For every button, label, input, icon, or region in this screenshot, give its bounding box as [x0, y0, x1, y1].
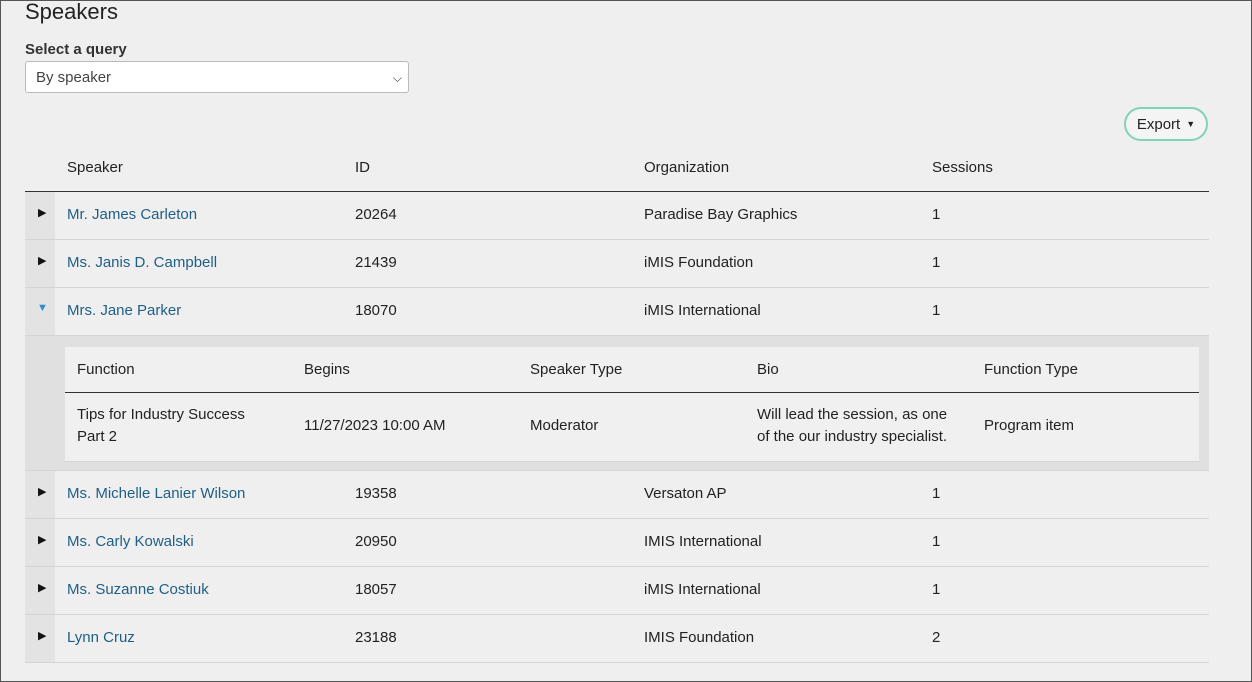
detail-table: Function Begins Speaker Type Bio Functio…: [65, 347, 1199, 462]
speaker-id: 19358: [355, 485, 397, 502]
table-row: ▶ Ms. Michelle Lanier Wilson 19358 Versa…: [25, 471, 1209, 519]
chevron-down-icon: ⌵: [392, 71, 402, 85]
speaker-link[interactable]: Ms. Suzanne Costiuk: [67, 581, 209, 598]
speaker-org: IMIS International: [644, 533, 762, 550]
triangle-right-icon: ▶: [38, 255, 47, 267]
row-expand-toggle[interactable]: ▶: [25, 519, 55, 566]
table-row: ▼ Mrs. Jane Parker 18070 iMIS Internatio…: [25, 288, 1209, 336]
speaker-id: 23188: [355, 629, 397, 646]
speaker-link[interactable]: Mrs. Jane Parker: [67, 302, 181, 319]
speaker-link[interactable]: Ms. Carly Kowalski: [67, 533, 194, 550]
export-button[interactable]: Export ▼: [1124, 107, 1208, 141]
speaker-link[interactable]: Mr. James Carleton: [67, 206, 197, 223]
speaker-sessions: 1: [932, 206, 941, 223]
row-expand-toggle[interactable]: ▶: [25, 615, 55, 662]
speaker-link[interactable]: Ms. Michelle Lanier Wilson: [67, 485, 245, 502]
detail-row: Tips for Industry Success Part 2 11/27/20…: [65, 393, 1199, 462]
table-row: ▶ Ms. Suzanne Costiuk 18057 iMIS Interna…: [25, 567, 1209, 615]
speaker-sessions: 1: [932, 533, 941, 550]
header-speaker[interactable]: Speaker: [67, 159, 123, 176]
speaker-org: iMIS International: [644, 302, 761, 319]
row-expand-toggle[interactable]: ▶: [25, 192, 55, 239]
table-row: ▶ Mr. James Carleton 20264 Paradise Bay …: [25, 192, 1209, 240]
row-expand-toggle[interactable]: ▶: [25, 471, 55, 518]
row-collapse-toggle[interactable]: ▼: [25, 288, 55, 335]
triangle-right-icon: ▶: [38, 630, 47, 642]
speaker-id: 18057: [355, 581, 397, 598]
table-row: ▶ Lynn Cruz 23188 IMIS Foundation 2: [25, 615, 1209, 663]
detail-function-line2: Part 2: [77, 428, 118, 445]
speaker-sessions: 1: [932, 485, 941, 502]
triangle-right-icon: ▶: [38, 207, 47, 219]
triangle-down-icon: ▼: [37, 302, 48, 314]
detail-function: Tips for Industry Success Part 2: [77, 404, 245, 448]
query-select[interactable]: By speaker ⌵: [25, 61, 409, 93]
speaker-org: iMIS Foundation: [644, 254, 754, 271]
speaker-link[interactable]: Ms. Janis D. Campbell: [67, 254, 217, 271]
triangle-right-icon: ▶: [38, 486, 47, 498]
speaker-sessions: 1: [932, 302, 941, 319]
detail-function-type: Program item: [984, 417, 1075, 434]
speaker-id: 18070: [355, 302, 397, 319]
speaker-sessions: 2: [932, 629, 941, 646]
detail-function-line1: Tips for Industry Success: [77, 406, 245, 423]
query-label: Select a query: [25, 41, 127, 58]
detail-header-bio[interactable]: Bio: [757, 361, 779, 378]
triangle-right-icon: ▶: [38, 582, 47, 594]
table-header: Speaker ID Organization Sessions: [25, 147, 1209, 192]
speaker-org: Versaton AP: [644, 485, 727, 502]
detail-begins: 11/27/2023 10:00 AM: [304, 417, 446, 434]
header-id[interactable]: ID: [355, 159, 370, 176]
table-row: ▶ Ms. Carly Kowalski 20950 IMIS Internat…: [25, 519, 1209, 567]
page-title: Speakers: [25, 0, 118, 24]
caret-down-icon: ▼: [1186, 119, 1196, 129]
speaker-id: 20264: [355, 206, 397, 223]
speaker-org: Paradise Bay Graphics: [644, 206, 798, 223]
row-expand-toggle[interactable]: ▶: [25, 567, 55, 614]
speakers-table: Speaker ID Organization Sessions ▶ Mr. J…: [25, 147, 1209, 663]
table-row: ▶ Ms. Janis D. Campbell 21439 iMIS Found…: [25, 240, 1209, 288]
detail-header: Function Begins Speaker Type Bio Functio…: [65, 347, 1199, 393]
speaker-org: IMIS Foundation: [644, 629, 755, 646]
speaker-id: 21439: [355, 254, 397, 271]
detail-header-speaker-type[interactable]: Speaker Type: [530, 361, 622, 378]
detail-bio-line1: Will lead the session, as one: [757, 406, 948, 423]
speaker-org: iMIS International: [644, 581, 761, 598]
detail-header-begins[interactable]: Begins: [304, 361, 350, 378]
export-label: Export: [1136, 115, 1181, 133]
speaker-sessions: 1: [932, 254, 941, 271]
detail-header-function-type[interactable]: Function Type: [984, 361, 1078, 378]
detail-speaker-type: Moderator: [530, 417, 599, 434]
speaker-sessions: 1: [932, 581, 941, 598]
triangle-right-icon: ▶: [38, 534, 47, 546]
detail-bio-line2: of the our industry specialist.: [757, 428, 948, 445]
detail-bio: Will lead the session, as one of the our …: [757, 404, 947, 448]
row-detail-panel: Function Begins Speaker Type Bio Functio…: [25, 336, 1209, 471]
query-select-value: By speaker: [36, 68, 112, 86]
header-organization[interactable]: Organization: [644, 159, 729, 176]
speaker-id: 20950: [355, 533, 397, 550]
header-sessions[interactable]: Sessions: [932, 159, 993, 176]
speaker-link[interactable]: Lynn Cruz: [67, 629, 135, 646]
detail-header-function[interactable]: Function: [77, 361, 135, 378]
row-expand-toggle[interactable]: ▶: [25, 240, 55, 287]
